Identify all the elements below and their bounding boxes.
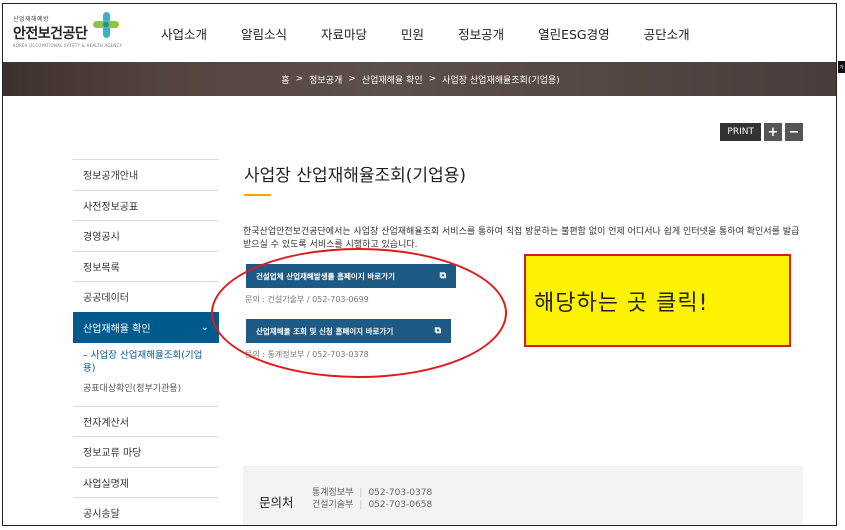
inquiry-phone: 052-703-0658 — [368, 500, 433, 510]
nav-item-disclosure[interactable]: 정보공개 — [458, 24, 504, 43]
sidebar-subitem-gov-check[interactable]: 공표대상확인(정부기관용) — [83, 381, 209, 402]
annotation-callout: 해당하는 곳 클릭! — [524, 254, 791, 347]
chevron-down-icon: ⌄ — [200, 321, 209, 333]
sidebar-item-public-data[interactable]: 공공데이터 — [73, 281, 219, 312]
inquiry-line: 통계정보부 | 052-703-0378 — [312, 487, 432, 499]
zoom-in-button[interactable]: + — [764, 123, 782, 141]
sidebar-item-info-list[interactable]: 정보목록 — [73, 250, 219, 282]
breadcrumb-separator: > — [295, 74, 304, 84]
divider: | — [359, 500, 363, 510]
sidebar-item-project-real-name[interactable]: 사업실명제 — [73, 466, 219, 498]
sidebar-item-label: 산업재해율 확인 — [83, 323, 151, 335]
breadcrumb-separator: > — [428, 74, 437, 84]
sidebar-item-management[interactable]: 경영공시 — [73, 220, 219, 251]
inquiry-dept: 통계정보부 — [312, 488, 354, 498]
nav-item-esg[interactable]: 열린ESG경영 — [538, 24, 610, 43]
breadcrumb-item[interactable]: 산업재해율 확인 — [362, 73, 423, 86]
breadcrumb: 홈 > 정보공개 > 산업재해율 확인 > 사업장 산업재해율조회(기업용) — [3, 62, 836, 96]
main-nav: 사업소개 알림소식 자료마당 민원 정보공개 열린ESG경영 공단소개 — [161, 4, 724, 62]
page-title: 사업장 산업재해율조회(기업용) — [244, 166, 466, 186]
print-button[interactable]: PRINT — [720, 123, 761, 141]
sidebar-item-e-invoice[interactable]: 전자계산서 — [73, 405, 219, 437]
breadcrumb-item-current[interactable]: 사업장 산업재해율조회(기업용) — [442, 73, 560, 86]
inquiry-label: 문의처 — [259, 495, 294, 510]
inquiry-lines: 통계정보부 | 052-703-0378 건설기술부 | 052-703-0658 — [312, 487, 432, 511]
nav-item-civil[interactable]: 민원 — [401, 24, 424, 43]
sidebar-submenu: – 사업장 산업재해율조회(기업용) 공표대상확인(정부기관용) — [73, 343, 219, 406]
sidebar-item-info-exchange[interactable]: 정보교류 마당 — [73, 436, 219, 467]
sidebar-item-accident-rate[interactable]: 산업재해율 확인 ⌄ — [73, 311, 219, 343]
sidebar-menu: 정보공개안내 사전정보공표 경영공시 정보목록 공공데이터 산업재해율 확인 ⌄… — [73, 159, 219, 525]
breadcrumb-separator: > — [348, 74, 356, 84]
breadcrumb-home[interactable]: 홈 — [281, 73, 289, 86]
browser-frame: 산업재해예방 안전보건공단 KOREA OCCUPATIONAL SAFETY … — [2, 3, 837, 526]
inquiry-dept: 건설기술부 — [312, 500, 354, 510]
site-header: 산업재해예방 안전보건공단 KOREA OCCUPATIONAL SAFETY … — [3, 4, 836, 62]
divider: | — [359, 488, 363, 498]
title-underline — [244, 194, 271, 196]
breadcrumb-item[interactable]: 정보공개 — [309, 73, 342, 86]
inquiry-line: 건설기술부 | 052-703-0658 — [312, 499, 432, 511]
page-banner: 홈 > 정보공개 > 산업재해율 확인 > 사업장 산업재해율조회(기업용) — [3, 62, 836, 96]
sidebar-item-pre-disclosure[interactable]: 사전정보공표 — [73, 189, 219, 221]
logo-cross-icon — [93, 12, 119, 38]
nav-item-business[interactable]: 사업소개 — [161, 24, 207, 43]
annotation-oval — [211, 248, 507, 378]
nav-item-resources[interactable]: 자료마당 — [321, 24, 367, 43]
sidebar-item-public-notice[interactable]: 공시송달 — [73, 497, 219, 525]
zoom-out-button[interactable]: − — [785, 123, 803, 141]
sidebar-item-info-guide[interactable]: 정보공개안내 — [73, 159, 219, 190]
logo-name: 안전보건공단 — [13, 26, 88, 42]
nav-item-about[interactable]: 공단소개 — [644, 24, 690, 43]
inquiry-phone: 052-703-0378 — [368, 488, 433, 498]
sidebar-subitem-company-lookup[interactable]: – 사업장 산업재해율조회(기업용) — [83, 349, 209, 375]
page-description: 한국산업안전보건공단에서는 사업장 산업재해율조회 서비스를 통하여 직접 방문… — [243, 227, 800, 250]
logo-english-name: KOREA OCCUPATIONAL SAFETY & HEALTH AGENC… — [13, 43, 123, 48]
site-logo[interactable]: 산업재해예방 안전보건공단 KOREA OCCUPATIONAL SAFETY … — [11, 10, 123, 52]
logo-tagline: 산업재해예방 — [13, 16, 50, 23]
side-tab[interactable]: 가 — [838, 61, 845, 73]
nav-item-news[interactable]: 알림소식 — [241, 24, 287, 43]
page-tools: PRINT + − — [720, 123, 803, 141]
